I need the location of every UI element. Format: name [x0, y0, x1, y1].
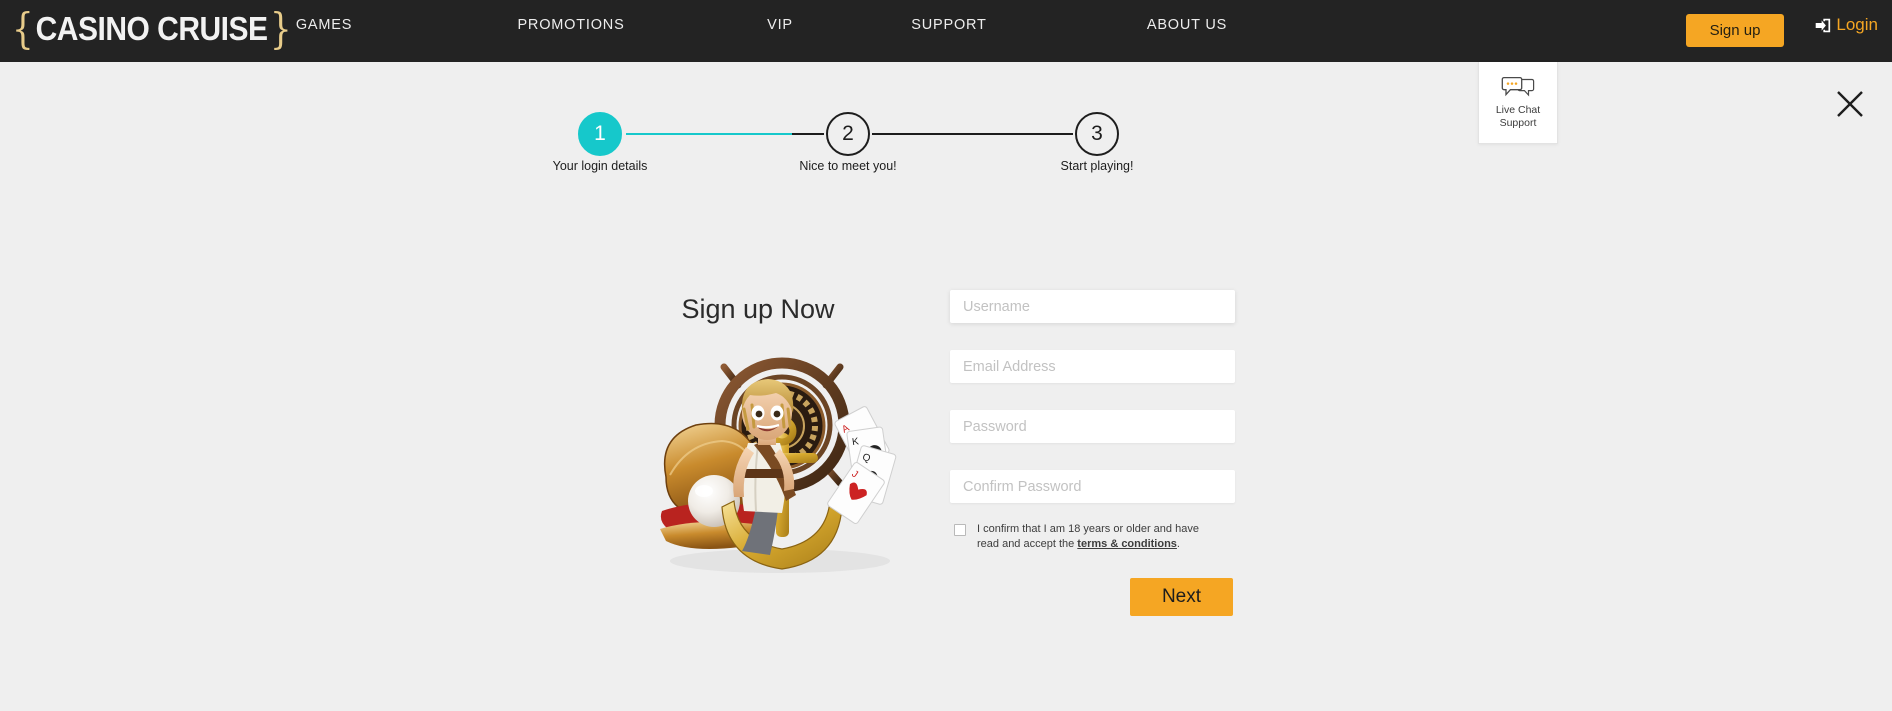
- terms-text: I confirm that I am 18 years or older an…: [977, 522, 1209, 551]
- live-chat-label: Live Chat Support: [1496, 104, 1540, 129]
- signup-progress-stepper: 1 Your login details 2 Nice to meet you!…: [553, 112, 1300, 192]
- nav-item-promotions[interactable]: PROMOTIONS: [517, 17, 624, 33]
- step-1-circle[interactable]: 1: [578, 112, 622, 156]
- site-header: { CASINO CRUISE { GAMES PROMOTIONS VIP S…: [0, 0, 1892, 62]
- live-chat-line1: Live Chat: [1495, 104, 1541, 117]
- login-arrow-icon: [1816, 18, 1831, 32]
- seahorse-icon: {: [12, 4, 34, 54]
- confirm-password-input[interactable]: [950, 470, 1235, 503]
- nav-item-support[interactable]: SUPPORT: [911, 17, 986, 33]
- step-2-label: Nice to meet you!: [799, 159, 897, 173]
- live-chat-line2: Support: [1499, 116, 1537, 129]
- stepper-connector-1-2: [792, 133, 824, 135]
- nav-item-about-us[interactable]: ABOUT US: [1147, 17, 1227, 33]
- step-2-circle[interactable]: 2: [826, 112, 870, 156]
- close-button[interactable]: [1834, 88, 1866, 120]
- signup-button[interactable]: Sign up: [1686, 14, 1784, 47]
- signup-form: I confirm that I am 18 years or older an…: [950, 290, 1235, 616]
- chat-bubbles-icon: [1501, 77, 1535, 97]
- logo-text: CASINO CRUISE: [35, 10, 268, 48]
- age-terms-checkbox[interactable]: [954, 524, 966, 536]
- live-chat-support-widget[interactable]: Live Chat Support: [1478, 62, 1558, 144]
- terms-and-conditions-link[interactable]: terms & conditions: [1077, 538, 1177, 550]
- playing-cards-graphic: A K Q J: [827, 406, 897, 524]
- page-title: Sign up Now: [681, 294, 835, 324]
- stepper-connector-2-3: [872, 133, 1073, 135]
- nav-item-vip[interactable]: VIP: [767, 17, 793, 33]
- step-3-label: Start playing!: [1060, 159, 1134, 173]
- seahorse-icon: {: [269, 4, 292, 54]
- next-button[interactable]: Next: [1130, 578, 1233, 616]
- site-logo[interactable]: { CASINO CRUISE {: [12, 4, 292, 54]
- terms-confirmation-row: I confirm that I am 18 years or older an…: [950, 522, 1235, 551]
- login-button[interactable]: Login: [1814, 15, 1878, 35]
- casino-cruise-illustration: A K Q J: [660, 339, 897, 573]
- close-icon: [1837, 91, 1863, 117]
- step-1-label: Your login details: [552, 159, 648, 173]
- username-input[interactable]: [950, 290, 1235, 323]
- password-input[interactable]: [950, 410, 1235, 443]
- nav-item-games[interactable]: GAMES: [296, 17, 352, 33]
- login-label: Login: [1836, 15, 1878, 34]
- step-3-circle[interactable]: 3: [1075, 112, 1119, 156]
- terms-text-after: .: [1176, 537, 1180, 550]
- email-input[interactable]: [950, 350, 1235, 383]
- stepper-connector-completed: [626, 133, 792, 135]
